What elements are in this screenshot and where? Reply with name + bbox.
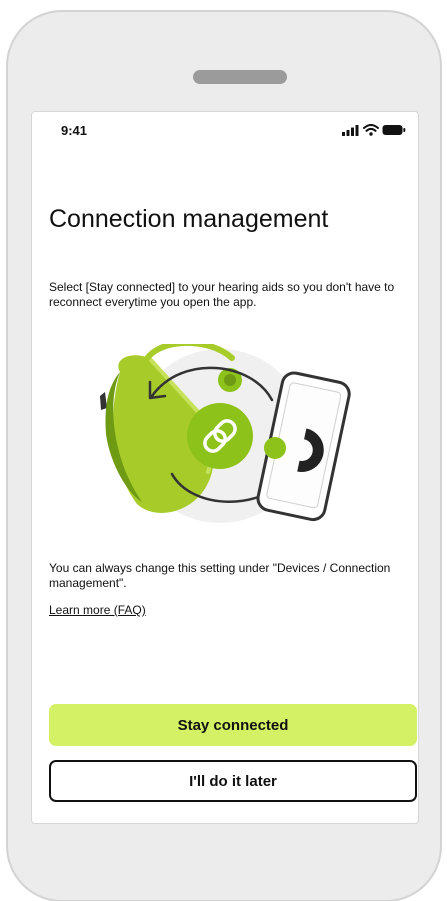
connection-illustration <box>100 344 351 523</box>
app-screen: 9:41 Connection management Select [Stay … <box>31 111 419 824</box>
phone-speaker <box>193 70 287 84</box>
signal-icon <box>342 125 359 136</box>
wifi-icon <box>363 124 379 136</box>
status-time: 9:41 <box>61 123 88 138</box>
do-it-later-button[interactable]: I'll do it later <box>49 760 417 802</box>
battery-icon <box>382 125 406 135</box>
link-icon <box>187 403 253 469</box>
status-icons <box>342 124 406 136</box>
learn-more-faq-link[interactable]: Learn more (FAQ) <box>49 603 146 618</box>
stay-connected-button[interactable]: Stay connected <box>49 704 417 746</box>
page-title: Connection management <box>49 205 329 233</box>
settings-note: You can always change this setting under… <box>49 561 391 590</box>
intro-text: Select [Stay connected] to your hearing … <box>49 280 395 309</box>
